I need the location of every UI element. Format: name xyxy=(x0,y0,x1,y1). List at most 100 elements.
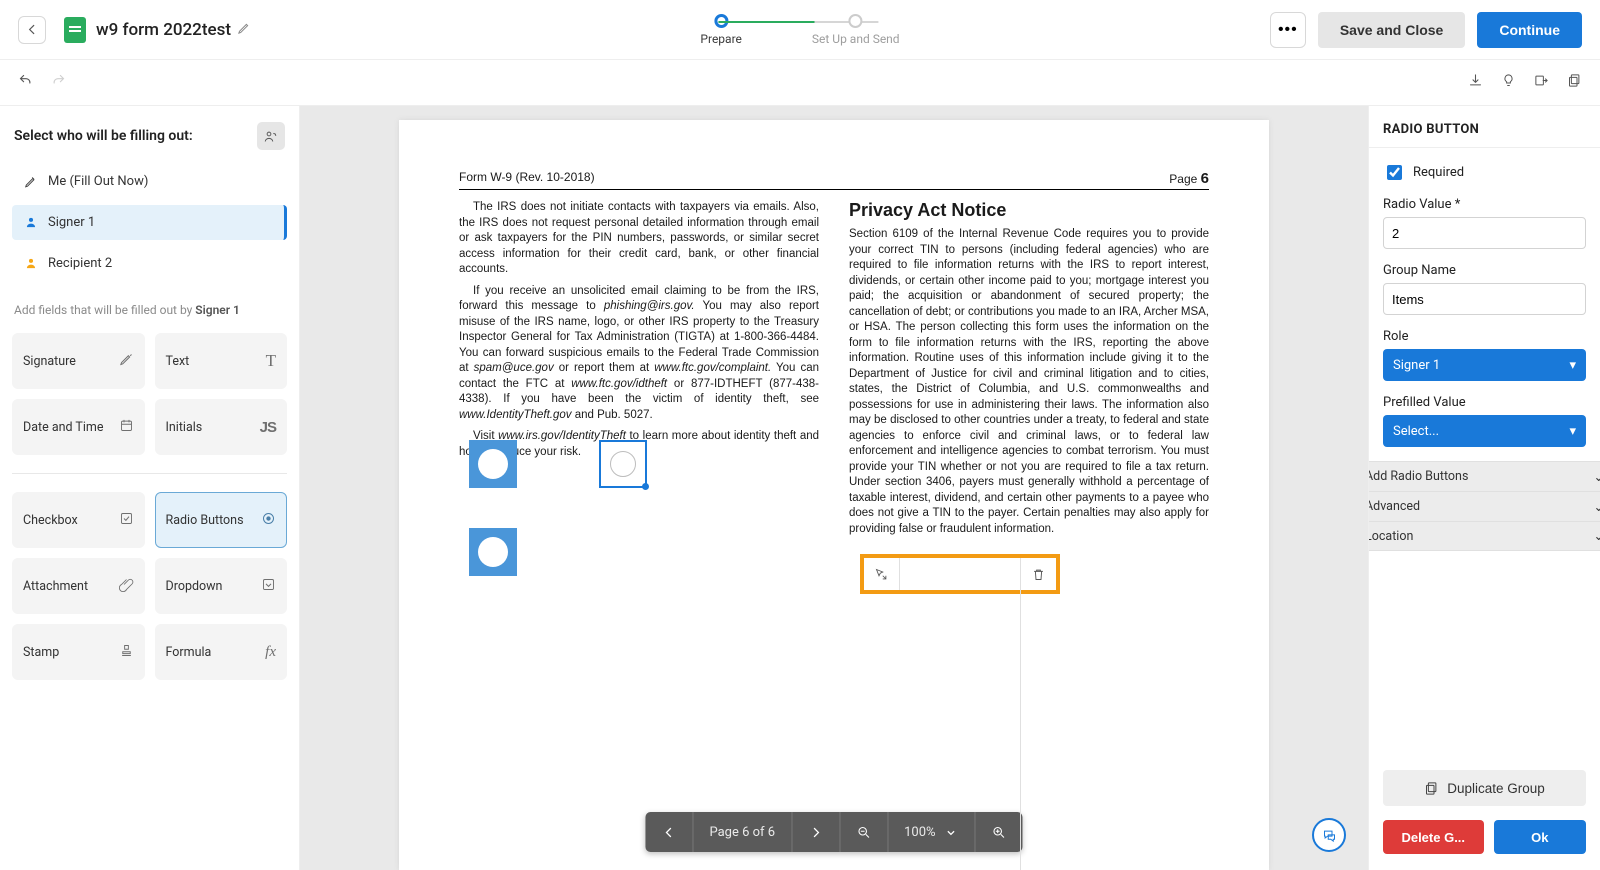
progress-steps: Prepare Set Up and Send xyxy=(700,14,899,46)
stamp-icon xyxy=(119,643,134,662)
document-page: Form W-9 (Rev. 10-2018) Page 6 The IRS d… xyxy=(399,120,1269,870)
copy-icon xyxy=(1424,781,1439,796)
paperclip-icon xyxy=(119,577,134,596)
chat-icon xyxy=(1322,828,1337,843)
required-checkbox[interactable]: Required xyxy=(1383,162,1586,183)
required-input[interactable] xyxy=(1387,165,1402,180)
panel-title: RADIO BUTTON xyxy=(1369,106,1600,148)
field-text[interactable]: Text T xyxy=(155,333,288,389)
placed-radio-3[interactable] xyxy=(469,528,517,576)
person-icon xyxy=(24,256,38,271)
move-icon xyxy=(874,567,889,582)
role-switch-icon[interactable] xyxy=(257,122,285,150)
calendar-icon xyxy=(119,418,134,437)
page-number: Page 6 xyxy=(1169,170,1209,187)
step-prepare[interactable]: Prepare xyxy=(700,14,741,46)
field-formula[interactable]: Formula fx xyxy=(155,624,288,680)
step-setup-send[interactable]: Set Up and Send xyxy=(812,14,900,46)
help-chat-button[interactable] xyxy=(1312,818,1346,852)
chevron-down-icon: ▾ xyxy=(1569,358,1576,373)
edit-icon xyxy=(24,174,38,189)
copy-icon[interactable] xyxy=(1567,73,1582,92)
field-attachment[interactable]: Attachment xyxy=(12,558,145,614)
chevron-down-icon: ⌄ xyxy=(1594,469,1600,485)
acc-advanced[interactable]: Advanced⌄ xyxy=(1369,491,1600,521)
redo-button[interactable] xyxy=(51,73,66,93)
form-id: Form W-9 (Rev. 10-2018) xyxy=(459,170,595,187)
left-column: The IRS does not initiate contacts with … xyxy=(459,200,819,543)
properties-panel: RADIO BUTTON Required Radio Value * Grou… xyxy=(1368,106,1600,870)
continue-button[interactable]: Continue xyxy=(1477,12,1582,48)
prefill-label: Prefilled Value xyxy=(1383,395,1586,410)
radio-icon xyxy=(261,511,276,530)
text-icon: T xyxy=(266,351,276,371)
chevron-down-icon: ⌄ xyxy=(1594,499,1600,515)
edit-title-icon[interactable] xyxy=(237,20,252,39)
group-name-input[interactable] xyxy=(1383,283,1586,315)
chevron-down-icon: ⌄ xyxy=(1594,528,1600,544)
zoom-out-button[interactable] xyxy=(840,812,888,852)
dropdown-icon xyxy=(261,577,276,596)
document-canvas[interactable]: Form W-9 (Rev. 10-2018) Page 6 The IRS d… xyxy=(300,106,1368,870)
secondary-toolbar xyxy=(0,60,1600,106)
initials-icon: JS xyxy=(260,419,276,436)
tool-icons xyxy=(1468,73,1582,92)
fields-hint: Add fields that will be filled out by Si… xyxy=(14,303,285,317)
prev-page-button[interactable] xyxy=(645,812,693,852)
save-close-button[interactable]: Save and Close xyxy=(1318,12,1466,48)
sidebar-title: Select who will be filling out: xyxy=(14,122,285,150)
document-title: w9 form 2022test xyxy=(96,20,231,40)
ok-button[interactable]: Ok xyxy=(1494,820,1587,854)
field-initials[interactable]: Initials JS xyxy=(155,399,288,455)
role-me[interactable]: Me (Fill Out Now) xyxy=(12,164,287,199)
duplicate-group-button[interactable]: Duplicate Group xyxy=(1383,770,1586,806)
field-dropdown[interactable]: Dropdown xyxy=(155,558,288,614)
radio-value-label: Radio Value * xyxy=(1383,197,1586,212)
delete-group-button[interactable]: Delete G... xyxy=(1383,820,1484,854)
field-datetime[interactable]: Date and Time xyxy=(12,399,145,455)
field-stamp[interactable]: Stamp xyxy=(12,624,145,680)
group-name-label: Group Name xyxy=(1383,263,1586,278)
role-select[interactable]: Signer 1 ▾ xyxy=(1383,349,1586,381)
palette-divider xyxy=(12,473,287,474)
role-label: Role xyxy=(1383,329,1586,344)
trash-icon xyxy=(1031,567,1046,582)
field-signature[interactable]: Signature xyxy=(12,333,145,389)
formula-icon: fx xyxy=(265,644,276,661)
delete-field-button[interactable] xyxy=(1021,558,1056,590)
field-checkbox[interactable]: Checkbox xyxy=(12,492,145,548)
import-fields-icon[interactable] xyxy=(1534,73,1549,92)
prefill-select[interactable]: Select... ▾ xyxy=(1383,415,1586,447)
undo-button[interactable] xyxy=(18,73,33,93)
history-controls xyxy=(18,73,66,93)
move-handle[interactable] xyxy=(864,558,900,590)
role-signer1[interactable]: Signer 1 xyxy=(12,205,287,240)
field-palette: Signature Text T Date and Time Initials … xyxy=(12,333,287,680)
signature-icon xyxy=(119,352,134,371)
next-page-button[interactable] xyxy=(792,812,840,852)
role-recipient2[interactable]: Recipient 2 xyxy=(12,246,287,281)
tips-icon[interactable] xyxy=(1501,73,1516,92)
page-indicator: Page 6 of 6 xyxy=(693,812,792,852)
checkbox-icon xyxy=(119,511,134,530)
ellipsis-icon: ••• xyxy=(1278,21,1298,39)
top-bar: w9 form 2022test Prepare Set Up and Send… xyxy=(0,0,1600,60)
signer-select[interactable]: Signer 1 xyxy=(900,558,1021,870)
field-radio[interactable]: Radio Buttons xyxy=(155,492,288,548)
download-icon[interactable] xyxy=(1468,73,1483,92)
back-button[interactable] xyxy=(18,16,46,44)
left-sidebar: Select who will be filling out: Me (Fill… xyxy=(0,106,300,870)
document-icon xyxy=(64,17,86,43)
placed-radio-1[interactable] xyxy=(469,440,517,488)
acc-location[interactable]: Location⌄ xyxy=(1369,521,1600,551)
more-button[interactable]: ••• xyxy=(1270,12,1306,48)
chevron-down-icon: ▾ xyxy=(1569,424,1576,439)
chevron-left-icon xyxy=(25,22,39,37)
main-area: Select who will be filling out: Me (Fill… xyxy=(0,106,1600,870)
field-context-toolbar: Signer 1 xyxy=(860,554,1060,594)
right-column: Privacy Act Notice Section 6109 of the I… xyxy=(849,200,1209,543)
person-icon xyxy=(24,215,38,230)
radio-value-input[interactable] xyxy=(1383,217,1586,249)
acc-add-radio[interactable]: Add Radio Buttons⌄ xyxy=(1369,461,1600,491)
placed-radio-2-selected[interactable] xyxy=(599,440,647,488)
